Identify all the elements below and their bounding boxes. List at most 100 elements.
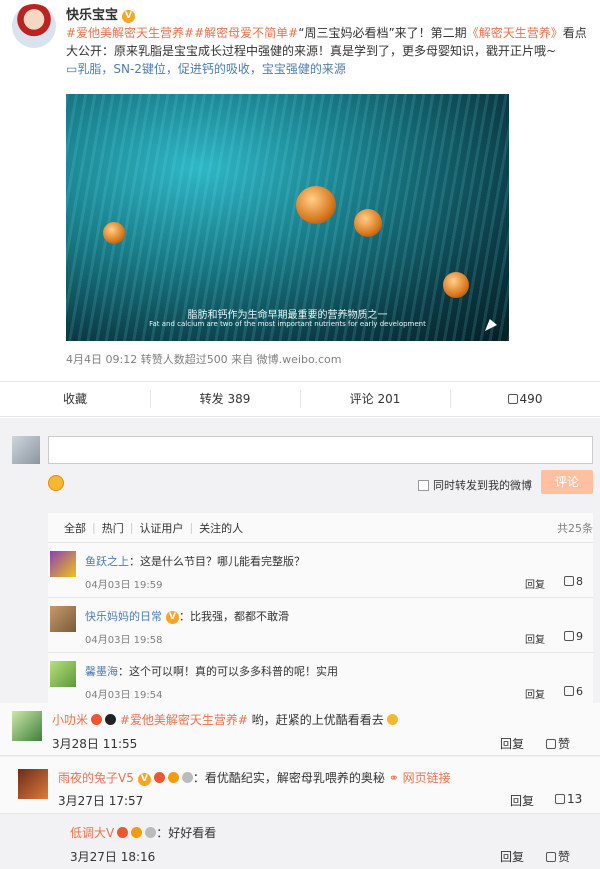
comment-body: 鱼跃之上：这是什么节目？哪儿能看完整版？ (85, 553, 305, 569)
action-bar: 收藏 转发 389 评论 201 490 (0, 381, 600, 417)
video-link-icon: ▭ (66, 62, 78, 76)
post-author[interactable]: 快乐宝宝 V (66, 4, 136, 23)
reply-button[interactable]: 回复 (525, 576, 545, 591)
comment-like-button[interactable]: 8 (564, 575, 583, 588)
submit-comment-button[interactable]: 评论 (541, 470, 593, 494)
comment-body: 雨夜的兔子V5 V ：看优酷纪实，解密母乳喂养的奥秘 ⚭ 网页链接 (58, 769, 451, 786)
comment-body: 快乐妈妈的日常 V ：比我强，都都不敢滑 (85, 608, 289, 624)
comment-like-button[interactable]: 9 (564, 630, 583, 643)
nutrient-particle (296, 186, 336, 224)
comment-time: 3月28日 11:55 (52, 737, 138, 751)
comment-time: 3月27日 18:16 (70, 850, 156, 864)
nutrient-particle (443, 272, 469, 298)
reply-button[interactable]: 回复 (500, 735, 524, 752)
panda-badge-icon (105, 714, 117, 725)
comment-like-count: 13 (567, 792, 583, 806)
comment-button[interactable]: 评论 201 (300, 382, 450, 416)
weibo-post: 快乐宝宝 V #爱他美解密天生营养##解密母爱不简单#“周三宝妈必看档”来了！第二… (0, 0, 600, 380)
commenter-name[interactable]: 雨夜的兔子V5 (58, 771, 134, 785)
commenter-name[interactable]: 低调大V (70, 826, 114, 840)
commenter-avatar[interactable] (50, 551, 76, 577)
sub-reply-body: 低调大V ：好好看看 (70, 824, 216, 841)
comment-time: 04月03日 19:54 (85, 690, 163, 701)
reply-button[interactable]: 回复 (510, 792, 534, 809)
comment-time: 04月03日 19:58 (85, 635, 163, 646)
topic-link-2[interactable]: #解密母爱不简单# (194, 26, 298, 40)
post-text-mid: “周三宝妈必看档”来了！第二期 (298, 26, 467, 40)
comment-like-button[interactable]: 13 (555, 792, 582, 806)
repost-label: 转发 389 (199, 392, 251, 406)
video-link[interactable]: ▭乳脂，SN-2键位，促进钙的吸收，宝宝强健的来源 (66, 62, 346, 76)
emoji-icon[interactable] (48, 475, 64, 491)
commenter-name[interactable]: 鱼跃之上 (85, 555, 129, 568)
comment-list: 全部 | 热门 | 认证用户 | 关注的人 共25条 鱼跃之上：这是什么节目？哪… (48, 513, 593, 708)
comment-item: 小叻米 #爱他美解密天生营养# 哟，赶紧的上优酷看看去 3月28日 11:55 … (0, 703, 600, 756)
topic-link[interactable]: #爱他美解密天生营养# (120, 713, 248, 727)
vip-badge-icon (167, 772, 179, 783)
current-user-avatar (12, 436, 40, 464)
forward-checkbox[interactable]: 同时转发到我的微博 (418, 477, 532, 493)
thumb-up-icon (564, 631, 574, 641)
commenter-name[interactable]: 馨墨海 (85, 665, 118, 678)
comment-label: 评论 201 (349, 392, 401, 406)
comment-like-count: 赞 (558, 737, 571, 751)
comment-total: 共25条 (557, 521, 593, 535)
repost-button[interactable]: 转发 389 (150, 382, 300, 416)
emoji-icon (386, 714, 398, 725)
commenter-avatar[interactable] (50, 661, 76, 687)
comment-like-count: 6 (576, 685, 583, 698)
author-name[interactable]: 快乐宝宝 (66, 8, 118, 23)
author-avatar[interactable] (12, 4, 56, 48)
commenter-avatar[interactable] (50, 606, 76, 632)
reply-button[interactable]: 回复 (500, 848, 524, 865)
vip-badge-icon (131, 827, 143, 838)
comment-body: 小叻米 #爱他美解密天生营养# 哟，赶紧的上优酷看看去 (52, 711, 398, 728)
filter-verified[interactable]: 认证用户 (133, 520, 189, 536)
comment-text: ：看优酷纪实，解密母乳喂养的奥秘 (192, 771, 385, 785)
star-badge-icon (153, 772, 165, 783)
comment-text: ：好好看看 (156, 826, 217, 840)
commenter-name[interactable]: 小叻米 (52, 713, 88, 727)
favorite-label: 收藏 (62, 392, 87, 406)
verified-icon: V (137, 773, 151, 786)
verified-icon: V (166, 611, 179, 624)
reply-button[interactable]: 回复 (525, 686, 545, 701)
topic-link-1[interactable]: #爱他美解密天生营养# (66, 26, 194, 40)
video-player[interactable]: 脂肪和钙作为生命早期最重要的营养物质之一 Fat and calcium are… (66, 94, 509, 341)
filter-following[interactable]: 关注的人 (193, 520, 249, 536)
commenter-avatar[interactable] (18, 769, 48, 799)
program-link[interactable]: 《解密天生营养》 (467, 26, 563, 40)
comment-like-button[interactable]: 6 (564, 685, 583, 698)
comment-like-button[interactable]: 赞 (546, 735, 570, 752)
video-frame-texture (66, 94, 509, 341)
web-link-label: 网页链接 (402, 771, 451, 785)
checkbox-box[interactable] (418, 479, 429, 491)
like-count: 490 (519, 392, 543, 406)
favorite-button[interactable]: 收藏 (0, 382, 150, 416)
commenter-name[interactable]: 快乐妈妈的日常 (85, 610, 162, 623)
web-link[interactable]: ⚭ 网页链接 (385, 771, 451, 785)
post-text: #爱他美解密天生营养##解密母爱不简单#“周三宝妈必看档”来了！第二期《解密天生… (66, 24, 591, 78)
like-button[interactable]: 490 (450, 382, 600, 416)
thumb-up-icon (546, 739, 556, 749)
comment-filters: 全部 | 热门 | 认证用户 | 关注的人 共25条 (48, 513, 593, 543)
filter-hot[interactable]: 热门 (96, 520, 130, 536)
star-badge-icon (91, 714, 103, 725)
comment-input[interactable] (48, 436, 593, 464)
thumb-up-icon (507, 394, 518, 404)
commenter-avatar[interactable] (12, 711, 42, 741)
thumb-up-icon (564, 576, 574, 586)
comment-time: 3月27日 17:57 (58, 794, 144, 808)
link-icon: ⚭ (388, 771, 399, 785)
video-subtitle-en: Fat and calcium are two of the most impo… (149, 320, 426, 328)
star-badge-icon (117, 827, 129, 838)
reply-button[interactable]: 回复 (525, 631, 545, 646)
medal-badge-icon (145, 827, 157, 838)
comment-item: 馨墨海：这个可以啊！真的可以多多科普的呢！实用 04月03日 19:54 回复 … (48, 653, 593, 708)
comment-like-button[interactable]: 赞 (546, 848, 570, 865)
filter-all[interactable]: 全部 (58, 520, 92, 536)
sub-reply: 低调大V ：好好看看 3月27日 18:16 回复 赞 (56, 814, 593, 869)
thumb-up-icon (564, 686, 574, 696)
comment-like-count: 赞 (558, 850, 571, 864)
verified-icon: V (122, 10, 136, 23)
